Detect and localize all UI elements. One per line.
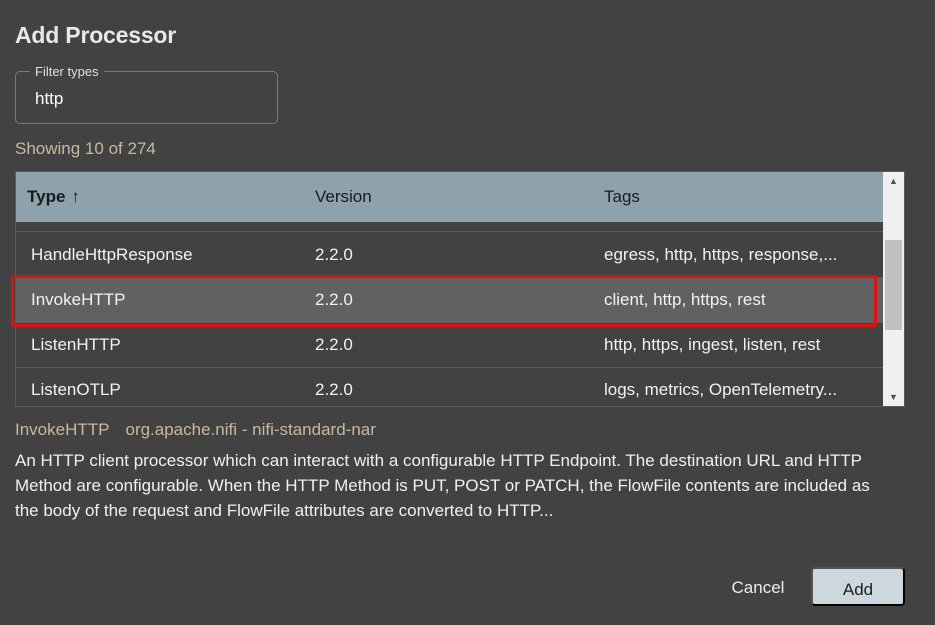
scroll-down-arrow-icon[interactable]: ▼ (883, 388, 904, 406)
table-scrollbar[interactable]: ▲ ▼ (883, 172, 904, 406)
column-header-version[interactable]: Version (315, 172, 372, 222)
cell-version: 2.2.0 (315, 245, 353, 264)
cancel-button[interactable]: Cancel (715, 568, 801, 606)
cell-type: ListenOTLP (31, 380, 121, 399)
scrollbar-thumb[interactable] (885, 240, 902, 330)
table-row[interactable]: HandleHttpResponse 2.2.0 egress, http, h… (16, 233, 884, 278)
processor-details-header: InvokeHTTP org.apache.nifi - nifi-standar… (15, 420, 376, 440)
cell-tags: client, http, https, rest (604, 290, 766, 309)
column-header-type-label: Type (27, 187, 66, 206)
table-row-partial (16, 222, 884, 232)
filter-field[interactable]: Filter types (15, 64, 278, 124)
table-row[interactable]: ListenHTTP 2.2.0 http, https, ingest, li… (16, 323, 884, 368)
processor-description: An HTTP client processor which can inter… (15, 451, 870, 520)
column-header-tags[interactable]: Tags (604, 172, 640, 222)
cell-tags: egress, http, https, response,... (604, 245, 838, 264)
add-button[interactable]: Add (811, 567, 905, 606)
cell-type: HandleHttpResponse (31, 245, 193, 264)
filter-label: Filter types (30, 64, 104, 79)
filter-input[interactable] (35, 87, 255, 111)
cell-version: 2.2.0 (315, 335, 353, 354)
showing-count: Showing 10 of 274 (15, 139, 156, 158)
table-row-selected[interactable]: InvokeHTTP 2.2.0 client, http, https, re… (16, 278, 884, 323)
scroll-up-arrow-icon[interactable]: ▲ (883, 172, 904, 190)
processor-details-name: InvokeHTTP (15, 420, 110, 439)
cell-type: ListenHTTP (31, 335, 121, 354)
table-header: Type ↑ Version Tags (16, 172, 884, 222)
processor-details-bundle: org.apache.nifi - nifi-standard-nar (125, 420, 376, 439)
cell-tags: logs, metrics, OpenTelemetry... (604, 380, 838, 399)
column-header-type[interactable]: Type ↑ (27, 172, 80, 222)
cell-version: 2.2.0 (315, 380, 353, 399)
cell-version: 2.2.0 (315, 290, 353, 309)
table-row[interactable]: ListenOTLP 2.2.0 logs, metrics, OpenTele… (16, 368, 884, 406)
sort-ascending-icon: ↑ (71, 187, 80, 206)
cell-type: InvokeHTTP (31, 290, 126, 309)
cell-tags: http, https, ingest, listen, rest (604, 335, 821, 354)
dialog-title: Add Processor (15, 22, 177, 48)
processor-table: Type ↑ Version Tags HandleHttpResponse 2.… (15, 171, 905, 407)
